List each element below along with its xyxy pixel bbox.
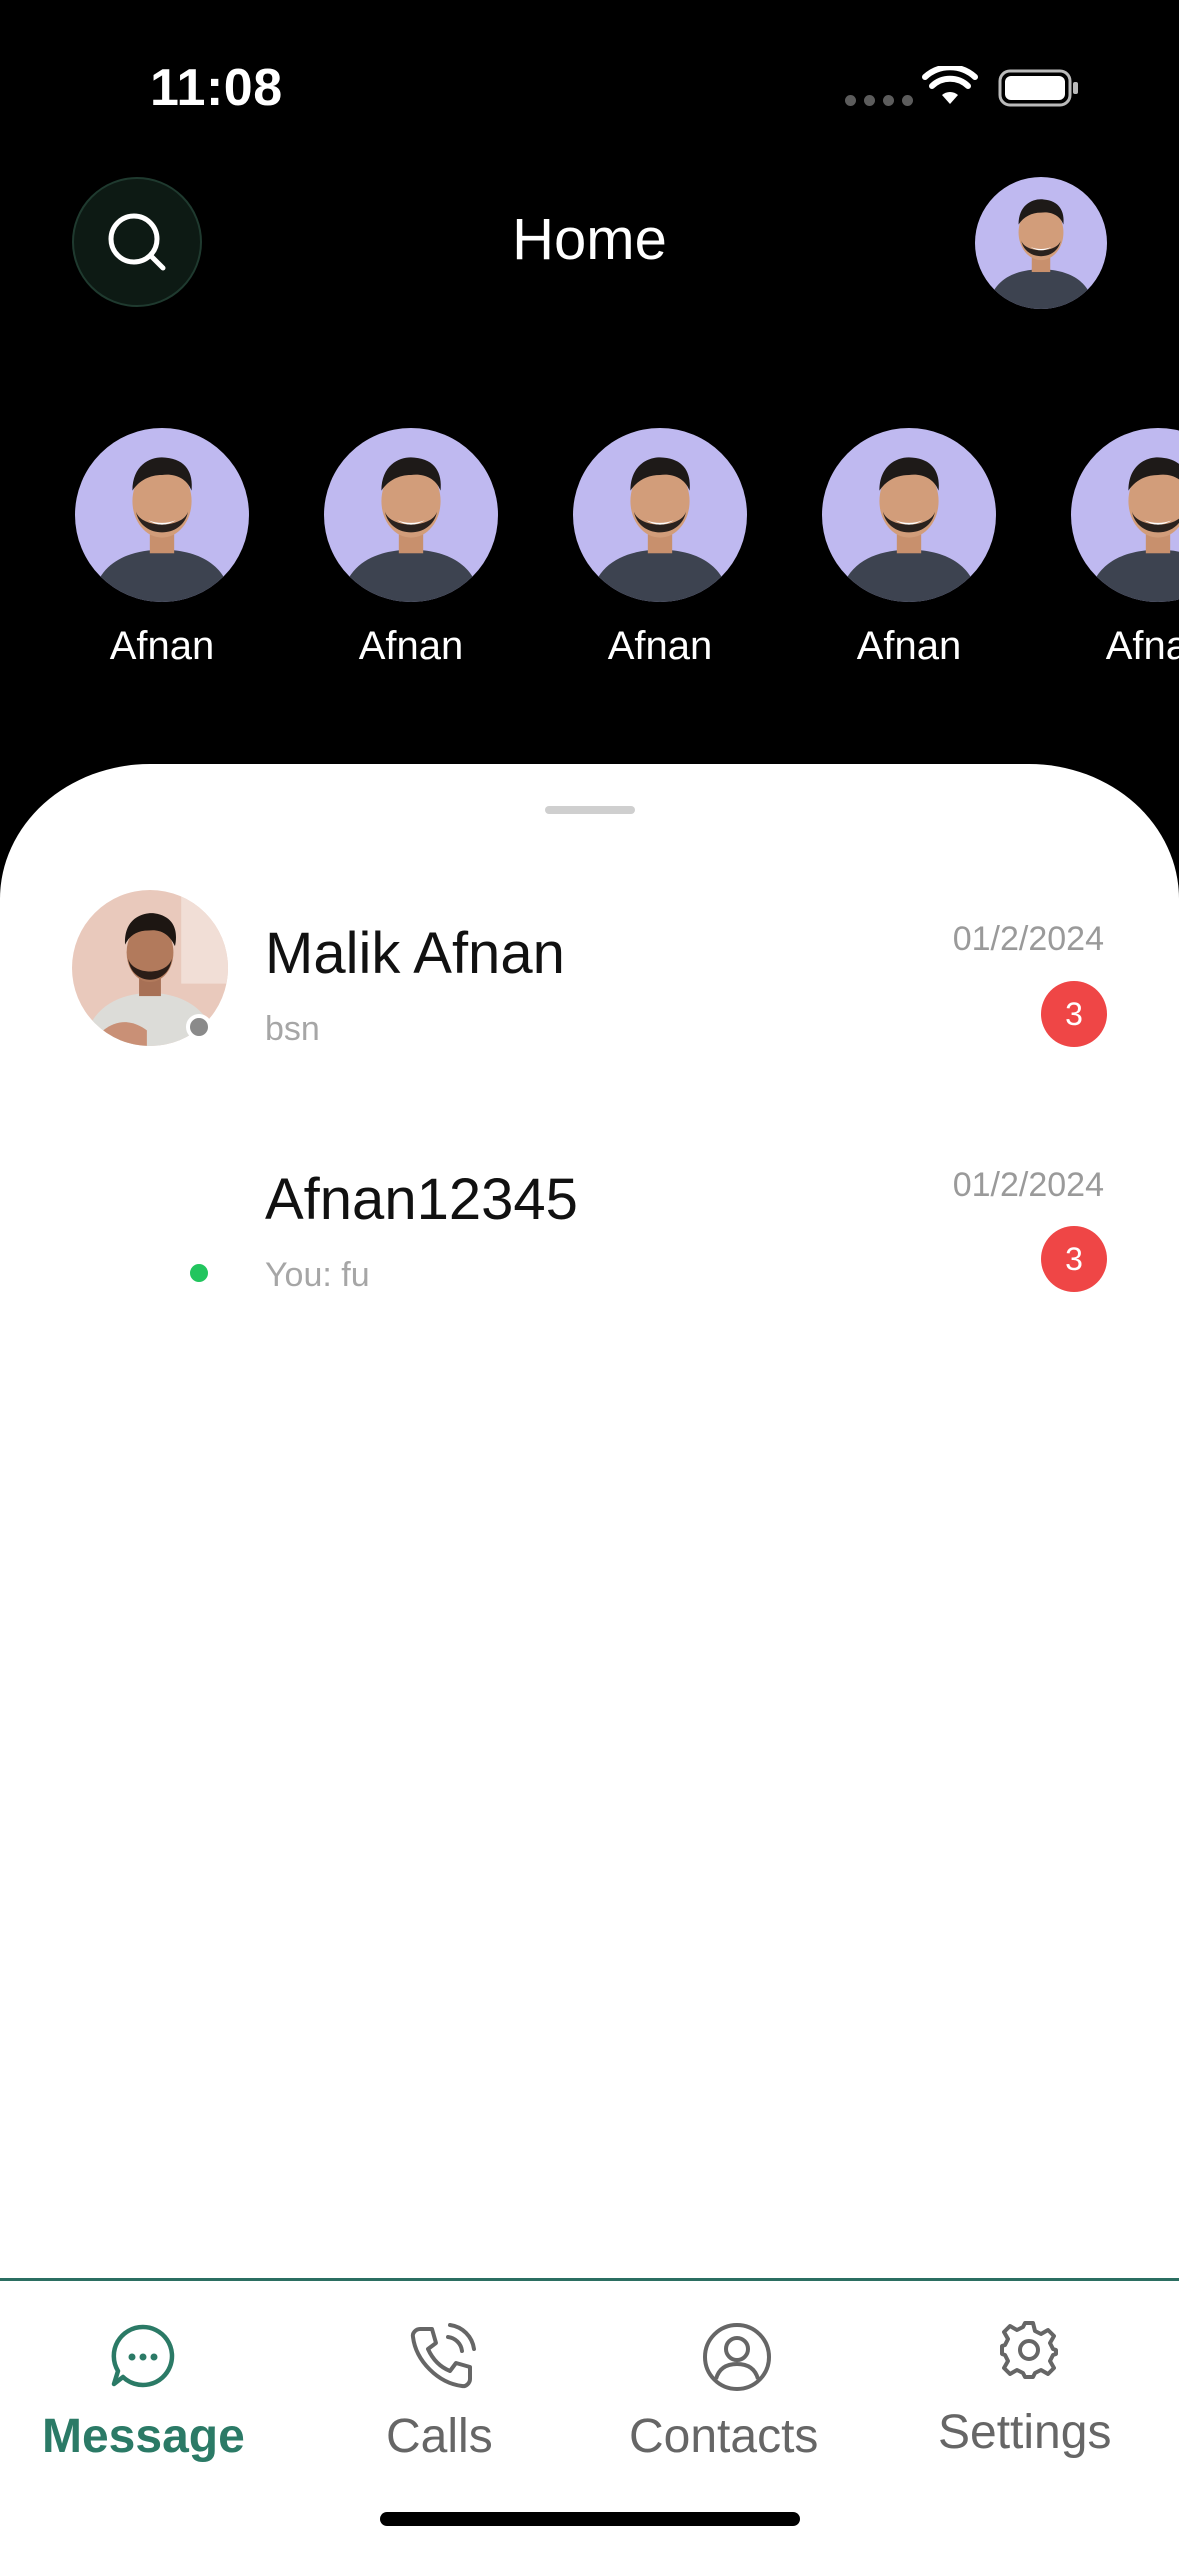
- story-avatar: [75, 428, 249, 602]
- story-avatar: [822, 428, 996, 602]
- contact-icon: [703, 2323, 771, 2391]
- phone-icon: [410, 2323, 476, 2389]
- cellular-signal-icon: [845, 95, 913, 106]
- story-item[interactable]: Afnan: [821, 428, 997, 669]
- status-bar: 11:08: [0, 0, 1179, 170]
- battery-icon: [998, 69, 1078, 107]
- tab-settings-label: Settings: [938, 2406, 1112, 2459]
- unread-badge: 3: [1041, 981, 1107, 1047]
- chat-list-sheet: Malik Afnan bsn 01/2/2024 3 Afnan12345 Y…: [0, 764, 1179, 2280]
- tab-message-label: Message: [42, 2410, 245, 2463]
- chat-name: Afnan12345: [265, 1167, 578, 1232]
- story-avatar: [573, 428, 747, 602]
- tab-calls[interactable]: Calls: [350, 2281, 530, 2511]
- unread-badge: 3: [1041, 1226, 1107, 1292]
- tab-contacts[interactable]: Contacts: [615, 2281, 855, 2511]
- story-name: Afnan: [607, 624, 713, 668]
- story-name: Afnan: [1105, 624, 1179, 668]
- story-item[interactable]: Afnan: [74, 428, 250, 669]
- chat-row[interactable]: Afnan12345 You: fu 01/2/2024 3: [0, 764, 1179, 1294]
- presence-status-dot: [186, 1260, 212, 1286]
- story-item[interactable]: Afnan: [323, 428, 499, 669]
- tab-contacts-label: Contacts: [629, 2410, 819, 2463]
- home-indicator: [380, 2512, 800, 2526]
- presence-status-dot: [186, 1014, 212, 1040]
- story-name: Afnan: [358, 624, 464, 668]
- story-name: Afnan: [109, 624, 215, 668]
- profile-avatar[interactable]: [975, 177, 1107, 309]
- tab-settings[interactable]: Settings: [930, 2281, 1160, 2511]
- message-icon: [111, 2324, 175, 2388]
- status-time: 11:08: [150, 59, 283, 117]
- tab-calls-label: Calls: [386, 2410, 493, 2463]
- chat-date: 01/2/2024: [952, 1166, 1104, 1204]
- story-avatar: [324, 428, 498, 602]
- chat-preview: bsn: [265, 1010, 320, 1048]
- gear-icon: [1000, 2321, 1058, 2379]
- stories-row: Afnan Afnan Afnan Afnan Afnan: [0, 428, 1179, 688]
- story-item[interactable]: Afnan: [1070, 428, 1179, 669]
- chat-preview: You: fu: [265, 1256, 370, 1294]
- tab-message[interactable]: Message: [30, 2281, 260, 2511]
- story-name: Afnan: [856, 624, 962, 668]
- wifi-icon: [922, 66, 978, 104]
- story-avatar: [1071, 428, 1179, 602]
- story-item[interactable]: Afnan: [572, 428, 748, 669]
